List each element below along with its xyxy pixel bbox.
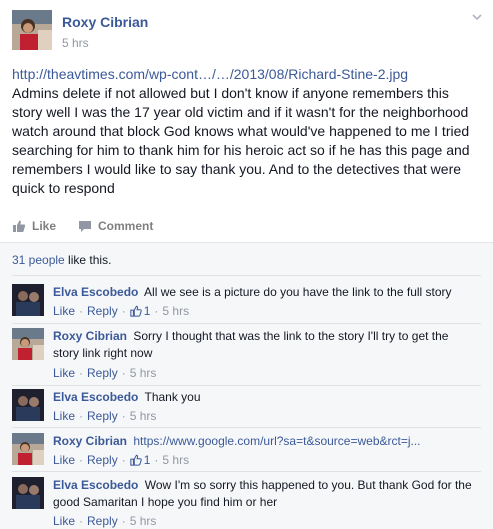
thumbs-up-icon <box>130 454 142 466</box>
comment-reply-link[interactable]: Reply <box>87 514 118 528</box>
comment-reply-link[interactable]: Reply <box>87 409 118 423</box>
divider <box>12 427 481 428</box>
facebook-post: Roxy Cibrian 5 hrs http://theavtimes.com… <box>0 0 493 529</box>
commenter-avatar[interactable] <box>12 389 44 421</box>
comment-reply-link[interactable]: Reply <box>87 366 118 380</box>
comment-like-link[interactable]: Like <box>53 366 75 380</box>
chevron-down-icon[interactable] <box>470 10 484 24</box>
comment-meta: Like · Reply · 1 · 5 hrs <box>53 453 190 467</box>
comment-time[interactable]: 5 hrs <box>130 409 157 423</box>
divider <box>12 323 481 324</box>
comment-reply-link[interactable]: Reply <box>87 304 118 318</box>
thumbs-up-icon <box>130 305 142 317</box>
post-content: http://theavtimes.com/wp-cont…/…/2013/08… <box>12 65 482 198</box>
comment-like-count[interactable]: 1 <box>130 304 151 318</box>
like-button-label: Like <box>32 219 57 233</box>
comment-like-link[interactable]: Like <box>53 453 75 467</box>
comment-meta: Like · Reply · 5 hrs <box>53 514 157 528</box>
comment-meta: Like · Reply · 5 hrs <box>53 409 157 423</box>
post-timestamp[interactable]: 5 hrs <box>62 36 89 50</box>
comment-time[interactable]: 5 hrs <box>162 304 189 318</box>
commenter-avatar[interactable] <box>12 433 44 465</box>
post-author-name[interactable]: Roxy Cibrian <box>62 14 148 30</box>
comment-like-count-value: 1 <box>143 453 151 467</box>
like-button[interactable]: Like <box>12 219 56 233</box>
comment-button[interactable]: Comment <box>78 219 153 233</box>
divider <box>12 471 481 472</box>
comment-like-count-value: 1 <box>143 304 151 318</box>
comment-icon <box>79 221 92 232</box>
commenter-avatar[interactable] <box>12 328 44 360</box>
comment-body: Roxy Cibrian https://www.google.com/url?… <box>53 433 473 450</box>
comment-button-label: Comment <box>98 219 154 233</box>
comment-like-count[interactable]: 1 <box>130 453 151 467</box>
comment-author[interactable]: Roxy Cibrian <box>53 329 127 343</box>
comment-time[interactable]: 5 hrs <box>130 514 157 528</box>
likes-summary: 31 people like this. <box>12 253 111 267</box>
comment-author[interactable]: Elva Escobedo <box>53 478 138 492</box>
comment-body: Elva Escobedo Thank you <box>53 389 473 406</box>
comment-text: All we see is a picture do you have the … <box>144 285 452 299</box>
comment-time[interactable]: 5 hrs <box>130 366 157 380</box>
comment-link[interactable]: https://www.google.com/url?sa=t&source=w… <box>133 434 420 448</box>
divider <box>12 275 481 276</box>
post-link[interactable]: http://theavtimes.com/wp-cont…/…/2013/08… <box>12 65 482 84</box>
comment-author[interactable]: Roxy Cibrian <box>53 434 127 448</box>
commenter-avatar[interactable] <box>12 284 44 316</box>
comment-author[interactable]: Elva Escobedo <box>53 390 138 404</box>
likes-people-link[interactable]: 31 people <box>12 253 65 267</box>
comment-author[interactable]: Elva Escobedo <box>53 285 138 299</box>
comment-body: Roxy Cibrian Sorry I thought that was th… <box>53 328 473 362</box>
comment-time[interactable]: 5 hrs <box>162 453 189 467</box>
comment-meta: Like · Reply · 1 · 5 hrs <box>53 304 190 318</box>
feedback-section: 31 people like this. Elva Escobedo All w… <box>0 242 493 529</box>
comment-reply-link[interactable]: Reply <box>87 453 118 467</box>
comment-like-link[interactable]: Like <box>53 409 75 423</box>
comment-like-link[interactable]: Like <box>53 304 75 318</box>
likes-suffix: like this. <box>64 253 112 267</box>
thumbs-up-icon <box>13 220 26 232</box>
post-actions: Like Comment <box>12 216 175 236</box>
commenter-avatar[interactable] <box>12 477 44 509</box>
divider <box>12 385 481 386</box>
comment-body: Elva Escobedo All we see is a picture do… <box>53 284 473 301</box>
post-text: Admins delete if not allowed but I don't… <box>12 85 470 196</box>
comment-text: Thank you <box>144 390 201 404</box>
comment-body: Elva Escobedo Wow I'm so sorry this happ… <box>53 477 473 511</box>
comment-meta: Like · Reply · 5 hrs <box>53 366 157 380</box>
comment-like-link[interactable]: Like <box>53 514 75 528</box>
author-avatar[interactable] <box>12 10 52 50</box>
